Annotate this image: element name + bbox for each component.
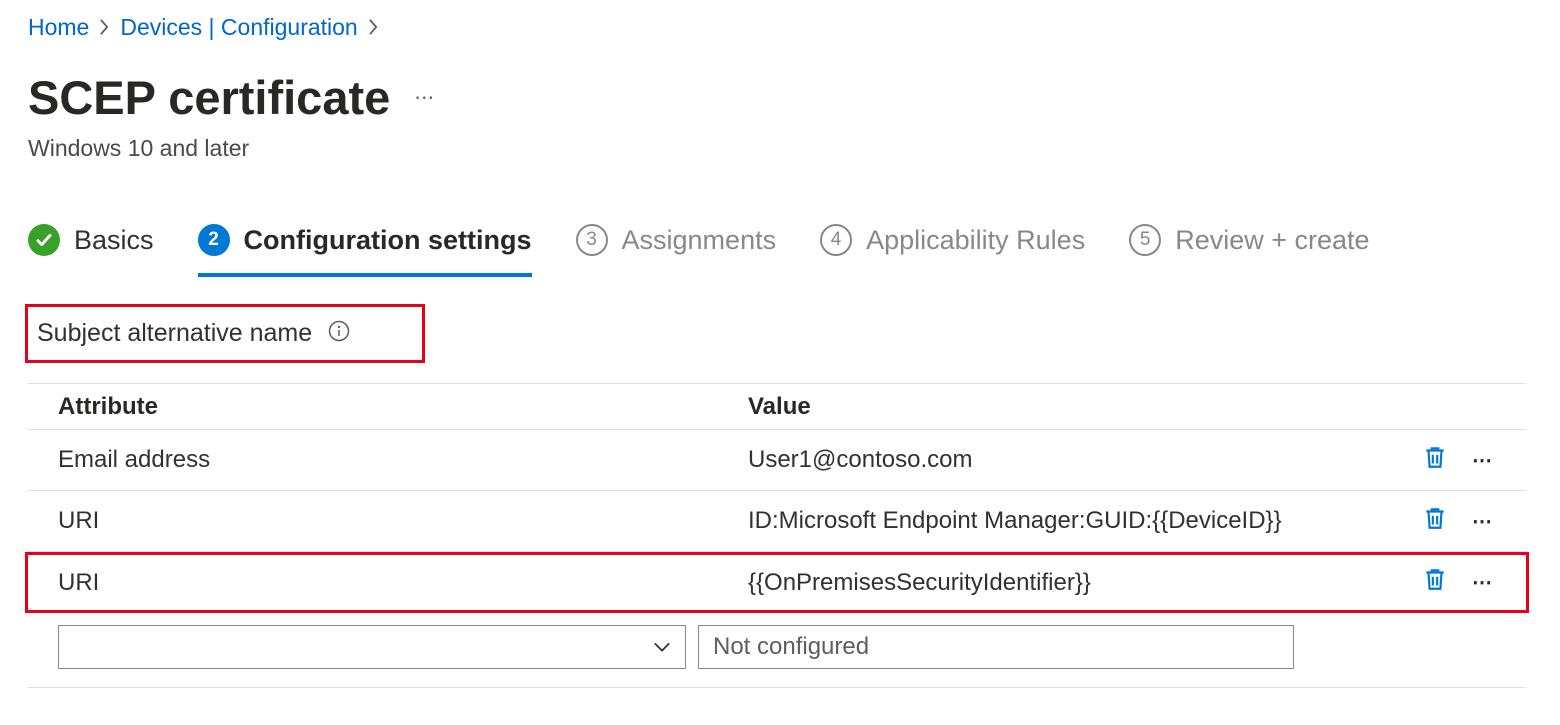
section-subject-alternative-name: Subject alternative name	[25, 304, 425, 363]
breadcrumb-home[interactable]: Home	[28, 15, 89, 40]
wizard-stepper: Basics 2 Configuration settings 3 Assign…	[28, 224, 1560, 266]
table-header-value: Value	[730, 393, 1404, 421]
chevron-right-icon	[99, 18, 110, 40]
check-icon	[28, 224, 60, 256]
row-more-button[interactable]: ⋯	[1470, 570, 1496, 596]
breadcrumb: Home Devices | Configuration	[28, 15, 1560, 40]
step-label: Review + create	[1175, 225, 1369, 256]
step-label: Assignments	[622, 225, 777, 256]
more-icon: ⋯	[1472, 509, 1494, 534]
section-title: Subject alternative name	[37, 319, 312, 348]
table-row: URI{{OnPremisesSecurityIdentifier}} ⋯	[25, 552, 1529, 613]
san-table: Attribute Value Email addressUser1@conto…	[28, 383, 1526, 669]
san-attribute-cell: Email address	[40, 446, 730, 474]
info-icon[interactable]	[328, 320, 350, 348]
row-more-button[interactable]: ⋯	[1470, 447, 1496, 473]
page-subtitle: Windows 10 and later	[28, 135, 1560, 162]
chevron-down-icon	[653, 638, 671, 656]
trash-icon	[1422, 505, 1448, 538]
table-row: Email addressUser1@contoso.com ⋯	[28, 430, 1526, 491]
san-value-input[interactable]: Not configured	[698, 625, 1294, 669]
trash-icon	[1422, 444, 1448, 477]
step-applicability-rules[interactable]: 4 Applicability Rules	[820, 224, 1085, 266]
delete-button[interactable]	[1422, 447, 1448, 473]
step-basics[interactable]: Basics	[28, 224, 154, 266]
step-label: Applicability Rules	[866, 225, 1085, 256]
san-value-cell: User1@contoso.com	[730, 446, 1404, 474]
san-value-cell: {{OnPremisesSecurityIdentifier}}	[730, 569, 1404, 597]
delete-button[interactable]	[1422, 570, 1448, 596]
table-header-attribute: Attribute	[40, 393, 730, 421]
step-review-create[interactable]: 5 Review + create	[1129, 224, 1369, 266]
step-configuration-settings[interactable]: 2 Configuration settings	[198, 224, 532, 277]
step-label: Basics	[74, 225, 154, 256]
delete-button[interactable]	[1422, 508, 1448, 534]
placeholder-text: Not configured	[713, 633, 869, 661]
san-new-row: Not configured	[28, 625, 1526, 669]
step-number-badge: 5	[1129, 224, 1161, 256]
step-number-badge: 3	[576, 224, 608, 256]
table-row: URIID:Microsoft Endpoint Manager:GUID:{{…	[28, 491, 1526, 552]
more-icon: ⋯	[1472, 570, 1494, 595]
step-number-badge: 4	[820, 224, 852, 256]
san-attribute-select[interactable]	[58, 625, 686, 669]
row-more-button[interactable]: ⋯	[1470, 508, 1496, 534]
step-assignments[interactable]: 3 Assignments	[576, 224, 777, 266]
san-value-cell: ID:Microsoft Endpoint Manager:GUID:{{Dev…	[730, 507, 1404, 535]
trash-icon	[1422, 566, 1448, 599]
step-number-badge: 2	[198, 224, 230, 256]
san-attribute-cell: URI	[40, 569, 730, 597]
san-attribute-cell: URI	[40, 507, 730, 535]
chevron-right-icon	[368, 18, 379, 40]
page-title: SCEP certificate	[28, 70, 390, 125]
more-icon[interactable]: ⋯	[414, 85, 436, 110]
breadcrumb-devices-configuration[interactable]: Devices | Configuration	[120, 15, 357, 40]
more-icon: ⋯	[1472, 448, 1494, 473]
table-header-row: Attribute Value	[28, 384, 1526, 430]
step-label: Configuration settings	[244, 225, 532, 256]
